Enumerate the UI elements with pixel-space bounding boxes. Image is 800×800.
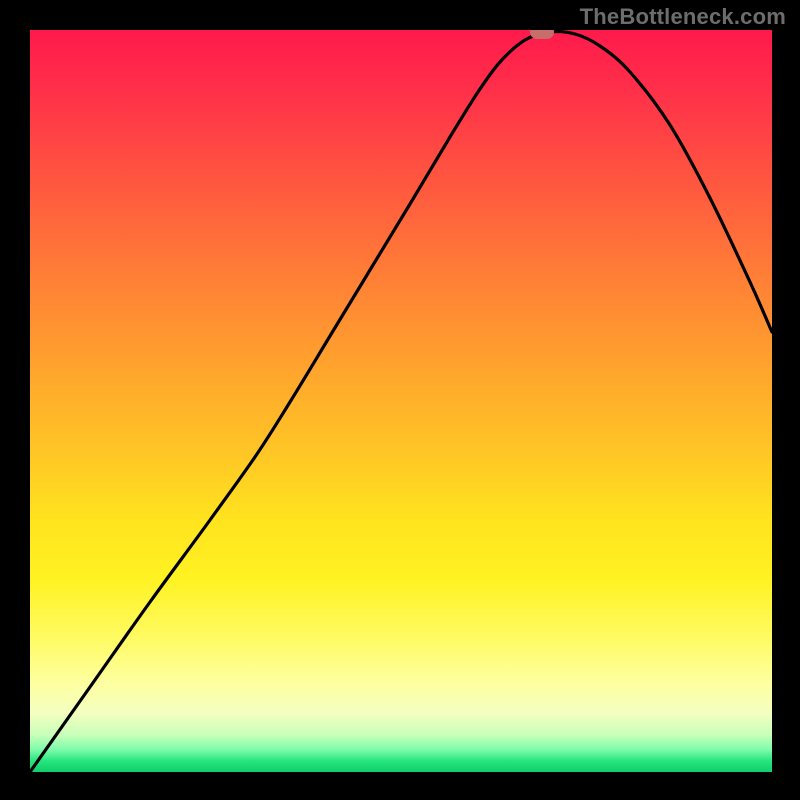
plot-area (30, 30, 772, 772)
watermark-text: TheBottleneck.com (580, 4, 786, 30)
bottleneck-curve (30, 30, 772, 772)
optimal-point-marker (530, 30, 554, 39)
chart-frame: TheBottleneck.com (0, 0, 800, 800)
